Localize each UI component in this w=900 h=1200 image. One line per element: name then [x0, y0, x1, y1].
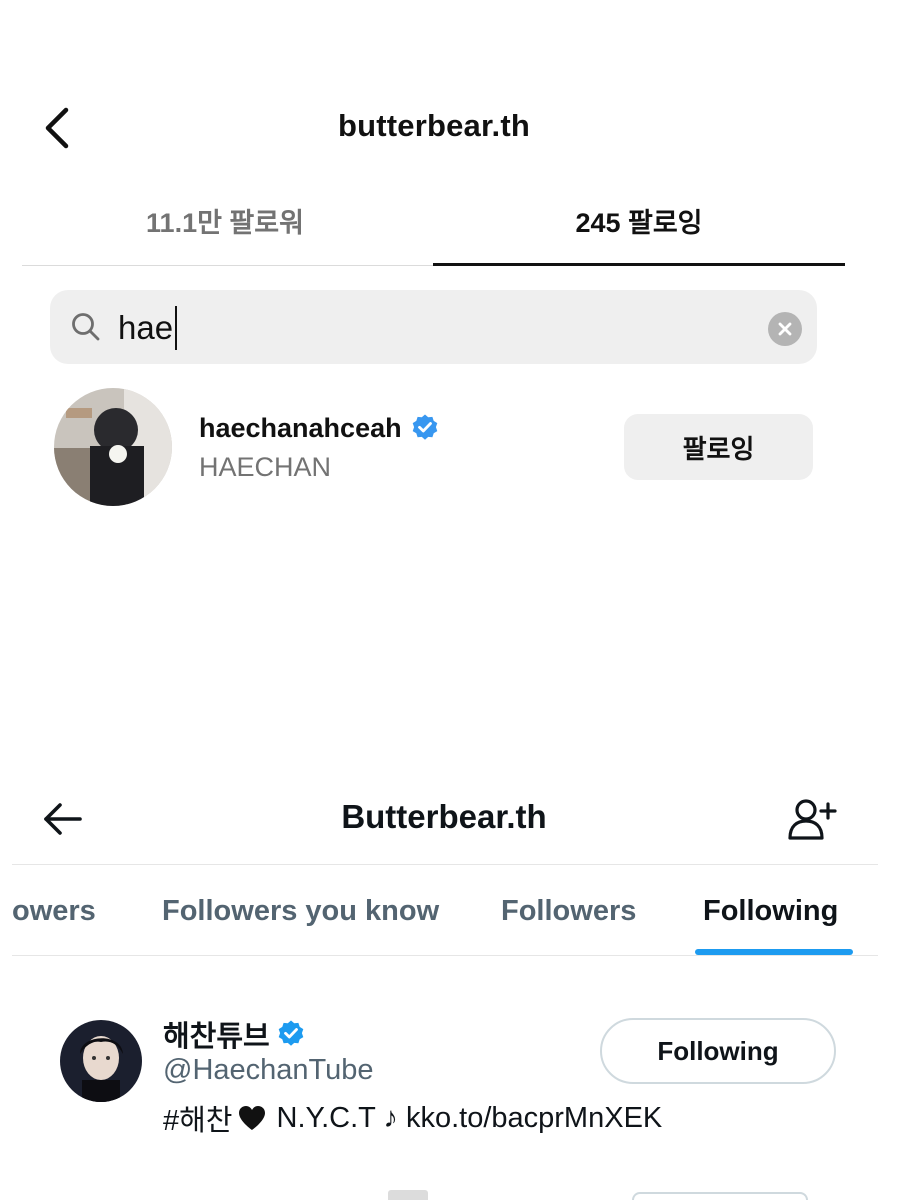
display-name: 해찬튜브	[163, 1021, 270, 1053]
add-user-icon[interactable]	[786, 796, 838, 842]
username: haechanahceah	[199, 412, 402, 443]
tabs-divider	[12, 955, 878, 956]
user-handle: @HaechanTube	[163, 1054, 374, 1086]
verified-badge-icon	[278, 1020, 304, 1046]
page-title: Butterbear.th	[341, 798, 547, 835]
bio-hashtag[interactable]: #해찬	[163, 1097, 233, 1139]
clear-search-button[interactable]	[768, 312, 802, 346]
following-button[interactable]: Following	[600, 1018, 836, 1084]
active-tab-indicator	[433, 263, 845, 266]
search-icon	[72, 313, 100, 341]
tab-followers-you-know[interactable]: Followers you know	[162, 888, 439, 934]
tab-followers-partial[interactable]: owers	[12, 888, 96, 934]
next-item-button-partial	[632, 1192, 808, 1200]
header-divider	[12, 864, 878, 865]
bio-text: N.Y.C.T ♪ kko.to/bacprMnXEK	[276, 1101, 663, 1134]
black-heart-icon	[238, 1106, 265, 1130]
user-bio: #해찬 N.Y.C.T ♪ kko.to/bacprMnXEK	[163, 1098, 662, 1138]
close-icon	[778, 322, 792, 336]
page-title: butterbear.th	[337, 108, 531, 143]
avatar[interactable]	[54, 388, 172, 506]
tab-following[interactable]: 245 팔로잉	[433, 196, 845, 244]
full-name: HAECHAN	[199, 452, 332, 482]
text-caret	[175, 306, 177, 350]
search-input[interactable]	[118, 305, 738, 351]
tab-following[interactable]: Following	[703, 888, 838, 934]
tab-followers[interactable]: 11.1만 팔로워	[60, 196, 390, 244]
user-name-row[interactable]: 해찬튜브	[163, 1014, 306, 1054]
following-button[interactable]: 팔로잉	[624, 414, 813, 480]
verified-badge-icon	[412, 414, 437, 440]
avatar[interactable]	[60, 1020, 142, 1102]
tab-followers[interactable]: Followers	[501, 888, 636, 934]
result-username-row[interactable]: haechanahceah	[199, 408, 440, 448]
next-item-partial	[388, 1190, 428, 1200]
